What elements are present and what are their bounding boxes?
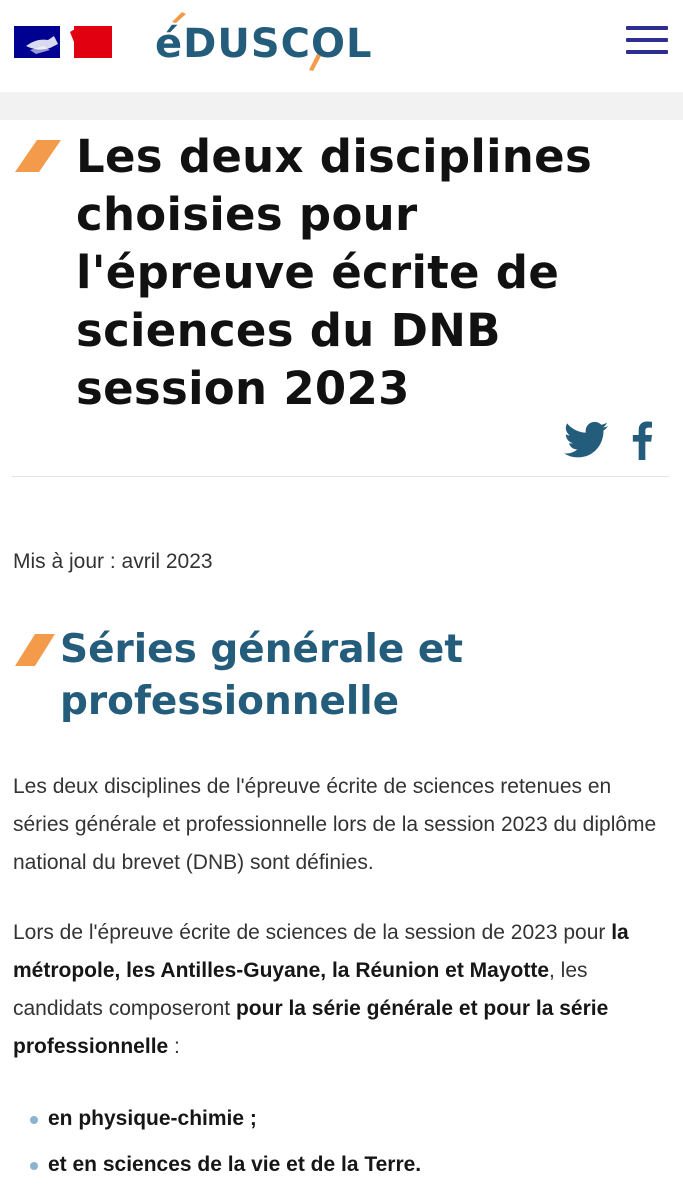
list-item-label: en physique-chimie ; (48, 1107, 257, 1130)
list-item: et en sciences de la vie et de la Terre. (30, 1142, 421, 1188)
site-header: éDUSCOL (0, 0, 683, 92)
facebook-icon[interactable] (630, 420, 654, 460)
disciplines-list: en physique-chimie ; et en sciences de l… (30, 1096, 421, 1188)
section-accent-mark (15, 634, 55, 666)
menu-line (626, 50, 668, 54)
bullet-icon (30, 1116, 38, 1124)
title-accent-mark (15, 140, 61, 172)
header-separator (0, 92, 683, 120)
intro-paragraph: Les deux disciplines de l'épreuve écrite… (13, 775, 657, 874)
update-date: Mis à jour : avril 2023 (13, 550, 213, 573)
bullet-icon (30, 1162, 38, 1170)
section-heading: Séries générale et professionnelle (60, 627, 464, 724)
menu-line (626, 26, 668, 30)
menu-line (626, 38, 668, 42)
page-title: Les deux disciplines choisies pour l'épr… (76, 130, 593, 415)
details-paragraph: Lors de l'épreuve écrite de sciences de … (13, 914, 673, 1066)
eduscol-logo[interactable]: éDUSCOL (155, 14, 372, 74)
hamburger-menu-icon[interactable] (626, 26, 668, 54)
paragraph-text: Lors de l'épreuve écrite de sciences de … (13, 921, 612, 944)
list-item-label: et en sciences de la vie et de la Terre. (48, 1153, 422, 1176)
republique-francaise-logo[interactable] (14, 24, 112, 60)
twitter-icon[interactable] (564, 420, 608, 460)
list-item: en physique-chimie ; (30, 1096, 421, 1142)
paragraph-text: : (168, 1035, 180, 1058)
logo-slash-mark (309, 54, 321, 71)
share-divider (12, 476, 669, 477)
